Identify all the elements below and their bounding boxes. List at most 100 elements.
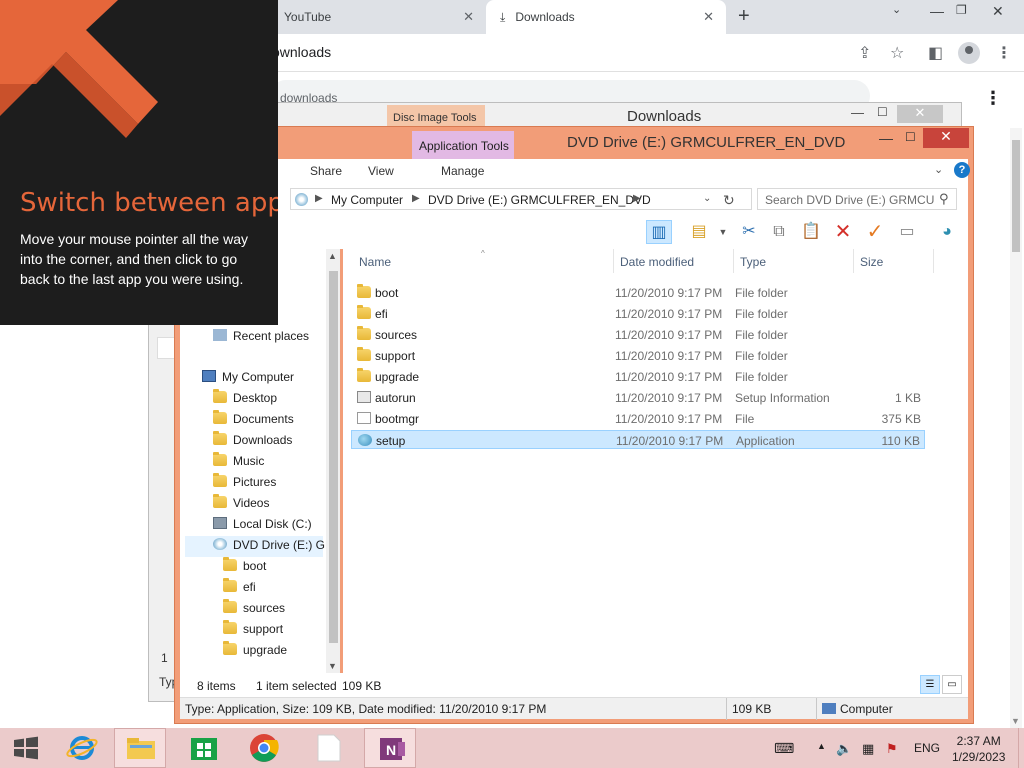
delete-icon[interactable]: ✕ <box>830 220 856 244</box>
bookmark-star-icon[interactable]: ☆ <box>890 43 904 63</box>
nav-item-desktop[interactable]: Desktop <box>213 389 277 405</box>
table-row[interactable]: efi 11/20/2010 9:17 PM File folder <box>351 304 925 323</box>
nav-item-recent-places[interactable]: Recent places <box>213 329 309 343</box>
minimize-icon[interactable]: — <box>851 105 864 120</box>
column-header-name[interactable]: Name <box>359 255 391 269</box>
nav-item-local-disk[interactable]: Local Disk (C:) <box>213 517 312 531</box>
taskbar-blank-file[interactable] <box>302 728 354 768</box>
nav-item-sources[interactable]: sources <box>223 599 285 615</box>
properties-icon[interactable]: ▤ <box>686 220 712 244</box>
expand-ribbon-icon[interactable]: ⌄ <box>934 163 943 176</box>
page-scrollbar[interactable]: ▼ <box>1010 128 1022 728</box>
keyboard-icon[interactable]: ⌨ <box>774 740 794 757</box>
nav-item-boot[interactable]: boot <box>223 557 266 573</box>
nav-scrollbar[interactable]: ▲ ▼ <box>326 249 340 673</box>
table-row[interactable]: upgrade 11/20/2010 9:17 PM File folder <box>351 367 925 386</box>
column-divider[interactable] <box>733 249 734 273</box>
minimize-icon[interactable]: — <box>930 3 944 19</box>
side-panel-icon[interactable]: ◧ <box>928 43 943 63</box>
scrollbar-thumb[interactable] <box>329 271 338 643</box>
chrome-menu-icon[interactable]: ⋮ <box>996 43 1012 63</box>
taskbar-internet-explorer[interactable] <box>56 728 108 768</box>
taskbar-file-explorer[interactable] <box>114 728 166 768</box>
nav-item-support[interactable]: support <box>223 620 283 636</box>
copy-icon[interactable]: ⧉ <box>766 220 792 244</box>
profile-avatar[interactable] <box>958 42 980 64</box>
share-icon[interactable]: ⇪ <box>858 43 871 63</box>
tab-share[interactable]: Share <box>310 164 342 178</box>
volume-icon[interactable]: 🔈 <box>836 741 852 757</box>
network-globe-icon[interactable]: ◕ <box>934 220 960 244</box>
column-header-type[interactable]: Type <box>740 255 766 269</box>
column-divider[interactable] <box>933 249 934 273</box>
search-icon[interactable]: ⚲ <box>939 191 949 207</box>
help-icon[interactable]: ? <box>954 162 970 178</box>
breadcrumb-dvd-drive[interactable]: DVD Drive (E:) GRMCULFRER_EN_DVD <box>428 193 651 207</box>
tab-view[interactable]: View <box>368 164 394 178</box>
column-header-date-modified[interactable]: Date modified <box>620 255 694 269</box>
minimize-icon[interactable]: — <box>879 130 893 146</box>
table-row[interactable]: bootmgr 11/20/2010 9:17 PM File 375 KB <box>351 409 925 428</box>
nav-item-videos[interactable]: Videos <box>213 494 269 510</box>
column-divider[interactable] <box>613 249 614 273</box>
breadcrumb-separator-icon[interactable]: ▶ <box>315 193 323 204</box>
context-tab-application-tools[interactable]: Application Tools <box>412 131 514 159</box>
nav-item-downloads[interactable]: Downloads <box>213 431 292 447</box>
address-bar[interactable]: ownloads <box>272 44 331 60</box>
scroll-up-arrow-icon[interactable]: ▲ <box>328 251 337 261</box>
cut-icon[interactable]: ✂ <box>736 220 762 244</box>
nav-item-documents[interactable]: Documents <box>213 410 294 426</box>
nav-item-efi[interactable]: efi <box>223 578 256 594</box>
nav-item-pictures[interactable]: Pictures <box>213 473 276 489</box>
column-header-size[interactable]: Size <box>860 255 883 269</box>
close-icon[interactable]: ✕ <box>703 9 714 25</box>
close-icon[interactable]: ✕ <box>897 105 943 123</box>
maximize-icon[interactable]: ☐ <box>905 130 916 144</box>
column-divider[interactable] <box>853 249 854 273</box>
nav-item-music[interactable]: Music <box>213 452 264 468</box>
table-row[interactable]: autorun 11/20/2010 9:17 PM Setup Informa… <box>351 388 925 407</box>
search-input[interactable]: Search DVD Drive (E:) GRMCU... ⚲ <box>757 188 957 210</box>
downloads-menu-icon[interactable]: ⋮ <box>984 88 1002 109</box>
address-dropdown-icon[interactable]: ⌄ <box>703 193 711 204</box>
paste-icon[interactable]: 📋 <box>798 220 824 244</box>
preview-pane-icon[interactable]: ▥ <box>646 220 672 244</box>
table-row[interactable]: sources 11/20/2010 9:17 PM File folder <box>351 325 925 344</box>
details-view-icon[interactable]: ☰ <box>920 675 940 694</box>
rename-icon[interactable]: ▭ <box>894 220 920 244</box>
tab-youtube[interactable]: YouTube ✕ <box>270 0 486 34</box>
network-icon[interactable]: ▦ <box>862 741 874 757</box>
refresh-icon[interactable]: ↻ <box>723 192 735 209</box>
close-icon[interactable]: ✕ <box>463 9 474 25</box>
address-bar[interactable]: ▶ My Computer ▶ DVD Drive (E:) GRMCULFRE… <box>290 188 752 210</box>
show-desktop-button[interactable] <box>1018 728 1024 768</box>
maximize-icon[interactable]: ☐ <box>877 105 888 119</box>
tab-downloads[interactable]: ⤓ Downloads ✕ <box>486 0 726 34</box>
scrollbar-thumb[interactable] <box>1012 140 1020 252</box>
taskbar-onenote[interactable]: N <box>364 728 416 768</box>
breadcrumb-separator-icon[interactable]: ▶ <box>633 193 641 204</box>
close-icon[interactable]: ✕ <box>992 3 1004 20</box>
close-icon[interactable]: ✕ <box>923 128 969 148</box>
nav-item-dvd-drive[interactable]: DVD Drive (E:) GR <box>185 536 334 557</box>
new-tab-button[interactable]: + <box>738 5 750 28</box>
clock[interactable]: 2:37 AM 1/29/2023 <box>952 733 1005 765</box>
breadcrumb-separator-icon[interactable]: ▶ <box>412 193 420 204</box>
taskbar-chrome[interactable] <box>238 728 290 768</box>
large-icons-view-icon[interactable]: ▭ <box>942 675 962 694</box>
nav-item-upgrade[interactable]: upgrade <box>223 641 287 657</box>
start-button[interactable] <box>0 728 52 768</box>
language-indicator[interactable]: ENG <box>914 741 940 755</box>
chevron-down-icon[interactable]: ⌄ <box>892 3 901 16</box>
table-row-selected[interactable]: setup 11/20/2010 9:17 PM Application 110… <box>351 430 925 449</box>
taskbar-store[interactable] <box>178 728 230 768</box>
table-row[interactable]: support 11/20/2010 9:17 PM File folder <box>351 346 925 365</box>
tab-manage[interactable]: Manage <box>441 164 484 178</box>
action-center-flag-icon[interactable]: ⚑ <box>886 741 898 757</box>
table-row[interactable]: boot 11/20/2010 9:17 PM File folder <box>351 283 925 302</box>
chevron-down-icon[interactable]: ▼ <box>710 220 736 244</box>
restore-icon[interactable]: ❐ <box>956 3 967 17</box>
breadcrumb-my-computer[interactable]: My Computer <box>331 193 403 207</box>
nav-item-my-computer[interactable]: My Computer <box>202 370 294 384</box>
show-hidden-icons-icon[interactable]: ▲ <box>817 741 826 751</box>
